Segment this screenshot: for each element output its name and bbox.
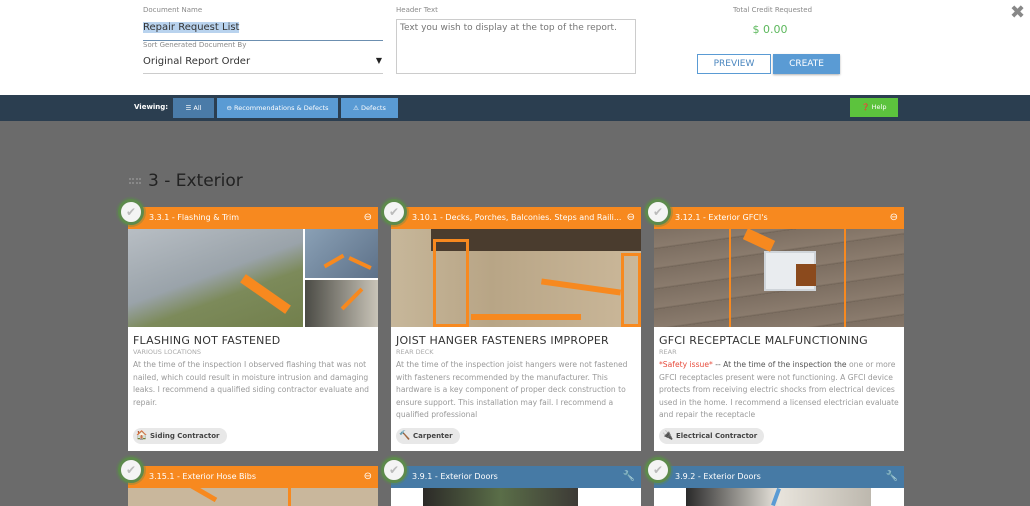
sort-value: Original Report Order (143, 56, 251, 67)
total-credit-value: $ 0.00 (752, 23, 788, 36)
help-button[interactable]: ❓ Help (850, 98, 898, 117)
drag-handle-icon[interactable] (129, 178, 141, 184)
wrench-icon[interactable]: 🔧 (886, 466, 898, 488)
hammer-icon: 🔨 (399, 431, 411, 441)
defect-card: 3.15.1 - Exterior Hose Bibs ⊖ (128, 466, 378, 506)
annotation-arrow (240, 274, 291, 314)
check-icon[interactable]: ✔ (381, 199, 407, 225)
check-icon[interactable]: ✔ (645, 457, 671, 483)
card-header[interactable]: 3.3.1 - Flashing & Trim ⊖ (128, 207, 378, 229)
check-icon[interactable]: ✔ (645, 199, 671, 225)
generate-document-panel: Document Name Repair Request List Sort G… (0, 0, 1030, 95)
card-description: *Safety issue* -- At the time of the ins… (659, 360, 899, 419)
card-photo[interactable] (128, 488, 378, 506)
card-location: VARIOUS LOCATIONS (133, 348, 201, 356)
outlet-icon: 🔌 (662, 431, 674, 441)
defect-card: 3.12.1 - Exterior GFCI's ⊖ GFCI RECEPTAC… (654, 207, 904, 451)
card-location: REAR DECK (396, 348, 434, 356)
create-button[interactable]: CREATE (773, 54, 840, 74)
wrench-icon[interactable]: 🔧 (623, 466, 635, 488)
card-header-title: 3.3.1 - Flashing & Trim (149, 213, 240, 222)
document-name-label: Document Name (143, 6, 203, 14)
annotation-arrow (188, 488, 218, 503)
defect-card: 3.10.1 - Decks, Porches, Balconies. Step… (391, 207, 641, 451)
card-photo[interactable] (391, 229, 641, 327)
preview-button[interactable]: PREVIEW (697, 54, 771, 74)
card-title: GFCI RECEPTACLE MALFUNCTIONING (659, 334, 868, 347)
card-photo[interactable] (654, 229, 904, 327)
card-header[interactable]: 3.9.2 - Exterior Doors 🔧 (654, 466, 904, 488)
annotation-arrow (471, 314, 581, 320)
defect-card: 3.3.1 - Flashing & Trim ⊖ FLASHING NOT F… (128, 207, 378, 451)
card-header-title: 3.9.1 - Exterior Doors (412, 472, 498, 481)
card-title: FLASHING NOT FASTENED (133, 334, 281, 347)
close-icon[interactable]: ✖ (1010, 2, 1025, 23)
card-header-title: 3.15.1 - Exterior Hose Bibs (149, 472, 257, 481)
sort-label: Sort Generated Document By (143, 41, 247, 49)
maintenance-card: 3.9.2 - Exterior Doors 🔧 (654, 466, 904, 506)
collapse-icon[interactable]: ⊖ (627, 207, 635, 229)
viewing-label: Viewing: (134, 103, 169, 111)
check-icon[interactable]: ✔ (381, 457, 407, 483)
card-photo[interactable] (128, 229, 378, 327)
filter-toolbar: Viewing: ☰ All ⊖ Recommendations & Defec… (0, 95, 1030, 121)
document-name-input[interactable]: Repair Request List (143, 19, 383, 41)
check-icon[interactable]: ✔ (118, 199, 144, 225)
house-icon: 🏠 (136, 431, 148, 441)
annotation-arrow (540, 278, 622, 296)
card-header[interactable]: 3.12.1 - Exterior GFCI's ⊖ (654, 207, 904, 229)
total-credit-label: Total Credit Requested (733, 6, 813, 14)
maintenance-card: 3.9.1 - Exterior Doors 🔧 (391, 466, 641, 506)
card-description: At the time of the inspection I observed… (133, 360, 370, 407)
caret-down-icon: ▼ (375, 56, 382, 65)
card-header-title: 3.12.1 - Exterior GFCI's (675, 213, 768, 222)
card-title: JOIST HANGER FASTENERS IMPROPER (396, 334, 609, 347)
filter-defects-button[interactable]: ⚠ Defects (341, 98, 398, 118)
filter-recommendations-defects-button[interactable]: ⊖ Recommendations & Defects (217, 98, 338, 118)
collapse-icon[interactable]: ⊖ (364, 466, 372, 488)
filter-all-button[interactable]: ☰ All (173, 98, 214, 118)
check-icon[interactable]: ✔ (118, 457, 144, 483)
card-photo[interactable] (391, 488, 641, 506)
card-description: At the time of the inspection joist hang… (396, 360, 628, 419)
card-location: REAR (659, 348, 677, 356)
card-photo[interactable] (654, 488, 904, 506)
safety-issue-label: *Safety issue* (659, 360, 713, 369)
document-name-value: Repair Request List (143, 22, 240, 33)
header-text-label: Header Text (396, 6, 438, 14)
card-header[interactable]: 3.10.1 - Decks, Porches, Balconies. Step… (391, 207, 641, 229)
card-header-title: 3.9.2 - Exterior Doors (675, 472, 761, 481)
contractor-tag[interactable]: 🔨 Carpenter (396, 428, 460, 444)
card-header[interactable]: 3.15.1 - Exterior Hose Bibs ⊖ (128, 466, 378, 488)
collapse-icon[interactable]: ⊖ (364, 207, 372, 229)
contractor-tag[interactable]: 🏠 Siding Contractor (133, 428, 227, 444)
sort-select[interactable]: Original Report Order ▼ (143, 52, 383, 74)
card-header[interactable]: 3.9.1 - Exterior Doors 🔧 (391, 466, 641, 488)
collapse-icon[interactable]: ⊖ (890, 207, 898, 229)
card-header-title: 3.10.1 - Decks, Porches, Balconies. Step… (412, 213, 622, 222)
annotation-arrow (742, 229, 776, 252)
header-text-input[interactable] (396, 19, 636, 74)
contractor-tag[interactable]: 🔌 Electrical Contractor (659, 428, 765, 444)
section-title: 3 - Exterior (148, 171, 243, 191)
